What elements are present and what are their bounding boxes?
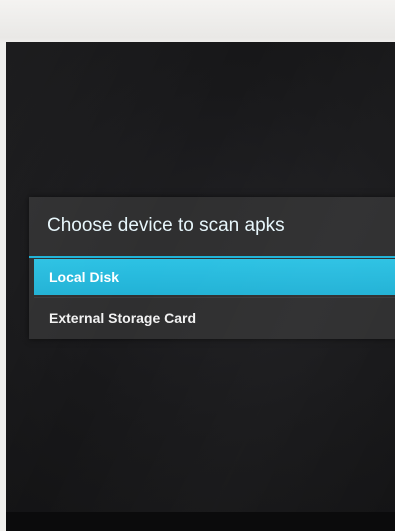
option-label: Local Disk	[49, 269, 120, 285]
photo-frame: Choose device to scan apks Local Disk Ex…	[0, 0, 395, 531]
device-chooser-dialog: Choose device to scan apks Local Disk Ex…	[29, 197, 395, 339]
dialog-title: Choose device to scan apks	[47, 215, 285, 236]
option-label: External Storage Card	[49, 310, 197, 326]
option-external-storage-card[interactable]: External Storage Card	[34, 301, 395, 335]
option-local-disk[interactable]: Local Disk	[34, 259, 395, 295]
title-divider	[29, 256, 395, 258]
option-divider	[34, 297, 395, 298]
